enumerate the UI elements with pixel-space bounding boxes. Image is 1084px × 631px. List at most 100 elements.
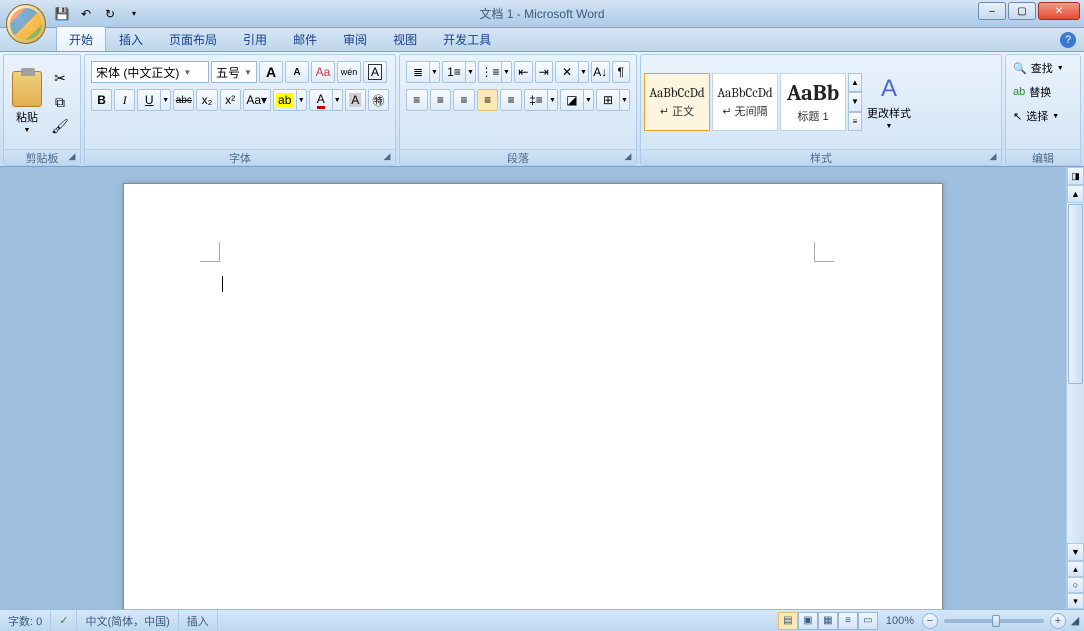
ruler-toggle-icon[interactable]: ◨ bbox=[1067, 167, 1084, 185]
show-marks-button[interactable]: ¶ bbox=[612, 61, 631, 83]
font-color-button[interactable]: A▼ bbox=[309, 89, 343, 111]
shrink-font-button[interactable]: A bbox=[285, 61, 309, 83]
char-shading-button[interactable]: A bbox=[345, 89, 366, 111]
align-distributed-button[interactable]: ≡ bbox=[500, 89, 522, 111]
chevron-down-icon[interactable]: ▼ bbox=[502, 61, 512, 83]
phonetic-guide-button[interactable]: wén bbox=[337, 61, 361, 83]
shading-button[interactable]: ◪▼ bbox=[560, 89, 594, 111]
scroll-track[interactable] bbox=[1067, 385, 1084, 543]
font-name-combo[interactable]: 宋体 (中文正文)▼ bbox=[91, 61, 209, 83]
paste-button[interactable]: 粘贴 ▼ bbox=[7, 58, 47, 146]
decrease-indent-button[interactable]: ⇤ bbox=[514, 61, 533, 83]
replace-button[interactable]: ab替换 bbox=[1008, 81, 1069, 103]
font-launcher-icon[interactable]: ◢ bbox=[381, 151, 393, 163]
sort-button[interactable]: A↓ bbox=[591, 61, 610, 83]
close-button[interactable]: ✕ bbox=[1038, 2, 1080, 20]
clipboard-launcher-icon[interactable]: ◢ bbox=[66, 151, 78, 163]
tab-view[interactable]: 视图 bbox=[380, 26, 430, 51]
tab-developer[interactable]: 开发工具 bbox=[430, 26, 504, 51]
superscript-button[interactable]: x² bbox=[220, 89, 241, 111]
chevron-down-icon[interactable]: ▼ bbox=[548, 89, 558, 111]
vertical-scrollbar[interactable]: ◨ ▲ ▼ ▴ ○ ▾ bbox=[1066, 167, 1084, 609]
view-outline-icon[interactable]: ≡ bbox=[838, 612, 858, 630]
find-button[interactable]: 🔍查找▼ bbox=[1008, 57, 1069, 79]
gallery-down-icon[interactable]: ▼ bbox=[848, 92, 862, 111]
zoom-thumb[interactable] bbox=[992, 615, 1000, 627]
chevron-down-icon[interactable]: ▼ bbox=[584, 89, 594, 111]
multilevel-list-button[interactable]: ⋮≡▼ bbox=[478, 61, 512, 83]
select-button[interactable]: ↖选择▼ bbox=[1008, 105, 1069, 127]
scroll-up-icon[interactable]: ▲ bbox=[1067, 185, 1084, 203]
copy-button[interactable]: ⧉ bbox=[49, 91, 71, 113]
scroll-down-icon[interactable]: ▼ bbox=[1067, 543, 1084, 561]
line-spacing-button[interactable]: ‡≡▼ bbox=[524, 89, 558, 111]
office-button[interactable] bbox=[6, 4, 46, 44]
align-justify-button[interactable]: ≡ bbox=[477, 89, 499, 111]
tab-review[interactable]: 审阅 bbox=[330, 26, 380, 51]
tab-insert[interactable]: 插入 bbox=[106, 26, 156, 51]
zoom-out-button[interactable]: − bbox=[922, 613, 938, 629]
subscript-button[interactable]: x₂ bbox=[196, 89, 217, 111]
asian-layout-button[interactable]: ✕▼ bbox=[555, 61, 589, 83]
italic-button[interactable]: I bbox=[114, 89, 135, 111]
highlight-button[interactable]: ab▼ bbox=[273, 89, 307, 111]
gallery-more-icon[interactable]: ≡ bbox=[848, 112, 862, 131]
cut-button[interactable]: ✂ bbox=[49, 67, 71, 89]
chevron-down-icon[interactable]: ▼ bbox=[430, 61, 440, 83]
style-heading1[interactable]: AaBb 标题 1 bbox=[780, 73, 846, 131]
numbering-button[interactable]: 1≡▼ bbox=[442, 61, 476, 83]
save-icon[interactable]: 💾 bbox=[52, 4, 72, 24]
status-proofing[interactable]: ✓ bbox=[51, 610, 77, 631]
document-viewport[interactable] bbox=[0, 167, 1066, 609]
chevron-down-icon[interactable]: ▼ bbox=[579, 61, 589, 83]
view-print-layout-icon[interactable]: ▤ bbox=[778, 612, 798, 630]
maximize-button[interactable]: ▢ bbox=[1008, 2, 1036, 20]
status-mode[interactable]: 插入 bbox=[179, 610, 218, 631]
chevron-down-icon[interactable]: ▼ bbox=[333, 89, 343, 111]
paragraph-launcher-icon[interactable]: ◢ bbox=[622, 151, 634, 163]
next-page-icon[interactable]: ▾ bbox=[1067, 593, 1084, 609]
page[interactable] bbox=[123, 183, 943, 609]
view-draft-icon[interactable]: ▭ bbox=[858, 612, 878, 630]
chevron-down-icon[interactable]: ▼ bbox=[161, 89, 171, 111]
increase-indent-button[interactable]: ⇥ bbox=[535, 61, 554, 83]
help-icon[interactable]: ? bbox=[1060, 32, 1076, 48]
style-normal[interactable]: AaBbCcDd ↵ 正文 bbox=[644, 73, 710, 131]
change-case-button[interactable]: Aa▾ bbox=[243, 89, 271, 111]
change-styles-button[interactable]: A 更改样式 ▼ bbox=[864, 72, 914, 133]
zoom-slider[interactable] bbox=[944, 619, 1044, 623]
gallery-up-icon[interactable]: ▲ bbox=[848, 73, 862, 92]
chevron-down-icon[interactable]: ▼ bbox=[620, 89, 630, 111]
strikethrough-button[interactable]: abc bbox=[173, 89, 194, 111]
styles-launcher-icon[interactable]: ◢ bbox=[987, 151, 999, 163]
char-border-button[interactable]: A bbox=[363, 61, 387, 83]
tab-references[interactable]: 引用 bbox=[230, 26, 280, 51]
prev-page-icon[interactable]: ▴ bbox=[1067, 561, 1084, 577]
style-nospacing[interactable]: AaBbCcDd ↵ 无间隔 bbox=[712, 73, 778, 131]
align-right-button[interactable]: ≡ bbox=[453, 89, 475, 111]
minimize-button[interactable]: – bbox=[978, 2, 1006, 20]
clear-formatting-button[interactable]: Aa bbox=[311, 61, 335, 83]
status-wordcount[interactable]: 字数: 0 bbox=[0, 610, 51, 631]
browse-object-icon[interactable]: ○ bbox=[1067, 577, 1084, 593]
align-center-button[interactable]: ≡ bbox=[430, 89, 452, 111]
align-left-button[interactable]: ≡ bbox=[406, 89, 428, 111]
zoom-level[interactable]: 100% bbox=[878, 610, 922, 631]
chevron-down-icon[interactable]: ▼ bbox=[297, 89, 307, 111]
grow-font-button[interactable]: A bbox=[259, 61, 283, 83]
view-web-icon[interactable]: ▦ bbox=[818, 612, 838, 630]
redo-icon[interactable]: ↻ bbox=[100, 4, 120, 24]
tab-pagelayout[interactable]: 页面布局 bbox=[156, 26, 230, 51]
undo-icon[interactable]: ↶ bbox=[76, 4, 96, 24]
qat-customize-icon[interactable]: ▾ bbox=[124, 4, 144, 24]
underline-button[interactable]: U▼ bbox=[137, 89, 171, 111]
bold-button[interactable]: B bbox=[91, 89, 112, 111]
tab-mailings[interactable]: 邮件 bbox=[280, 26, 330, 51]
chevron-down-icon[interactable]: ▼ bbox=[466, 61, 476, 83]
status-language[interactable]: 中文(简体，中国) bbox=[77, 610, 178, 631]
tab-home[interactable]: 开始 bbox=[56, 26, 106, 51]
zoom-in-button[interactable]: + bbox=[1050, 613, 1066, 629]
format-painter-button[interactable]: 🖌 bbox=[49, 115, 71, 137]
borders-button[interactable]: ⊞▼ bbox=[596, 89, 630, 111]
bullets-button[interactable]: ≣▼ bbox=[406, 61, 440, 83]
